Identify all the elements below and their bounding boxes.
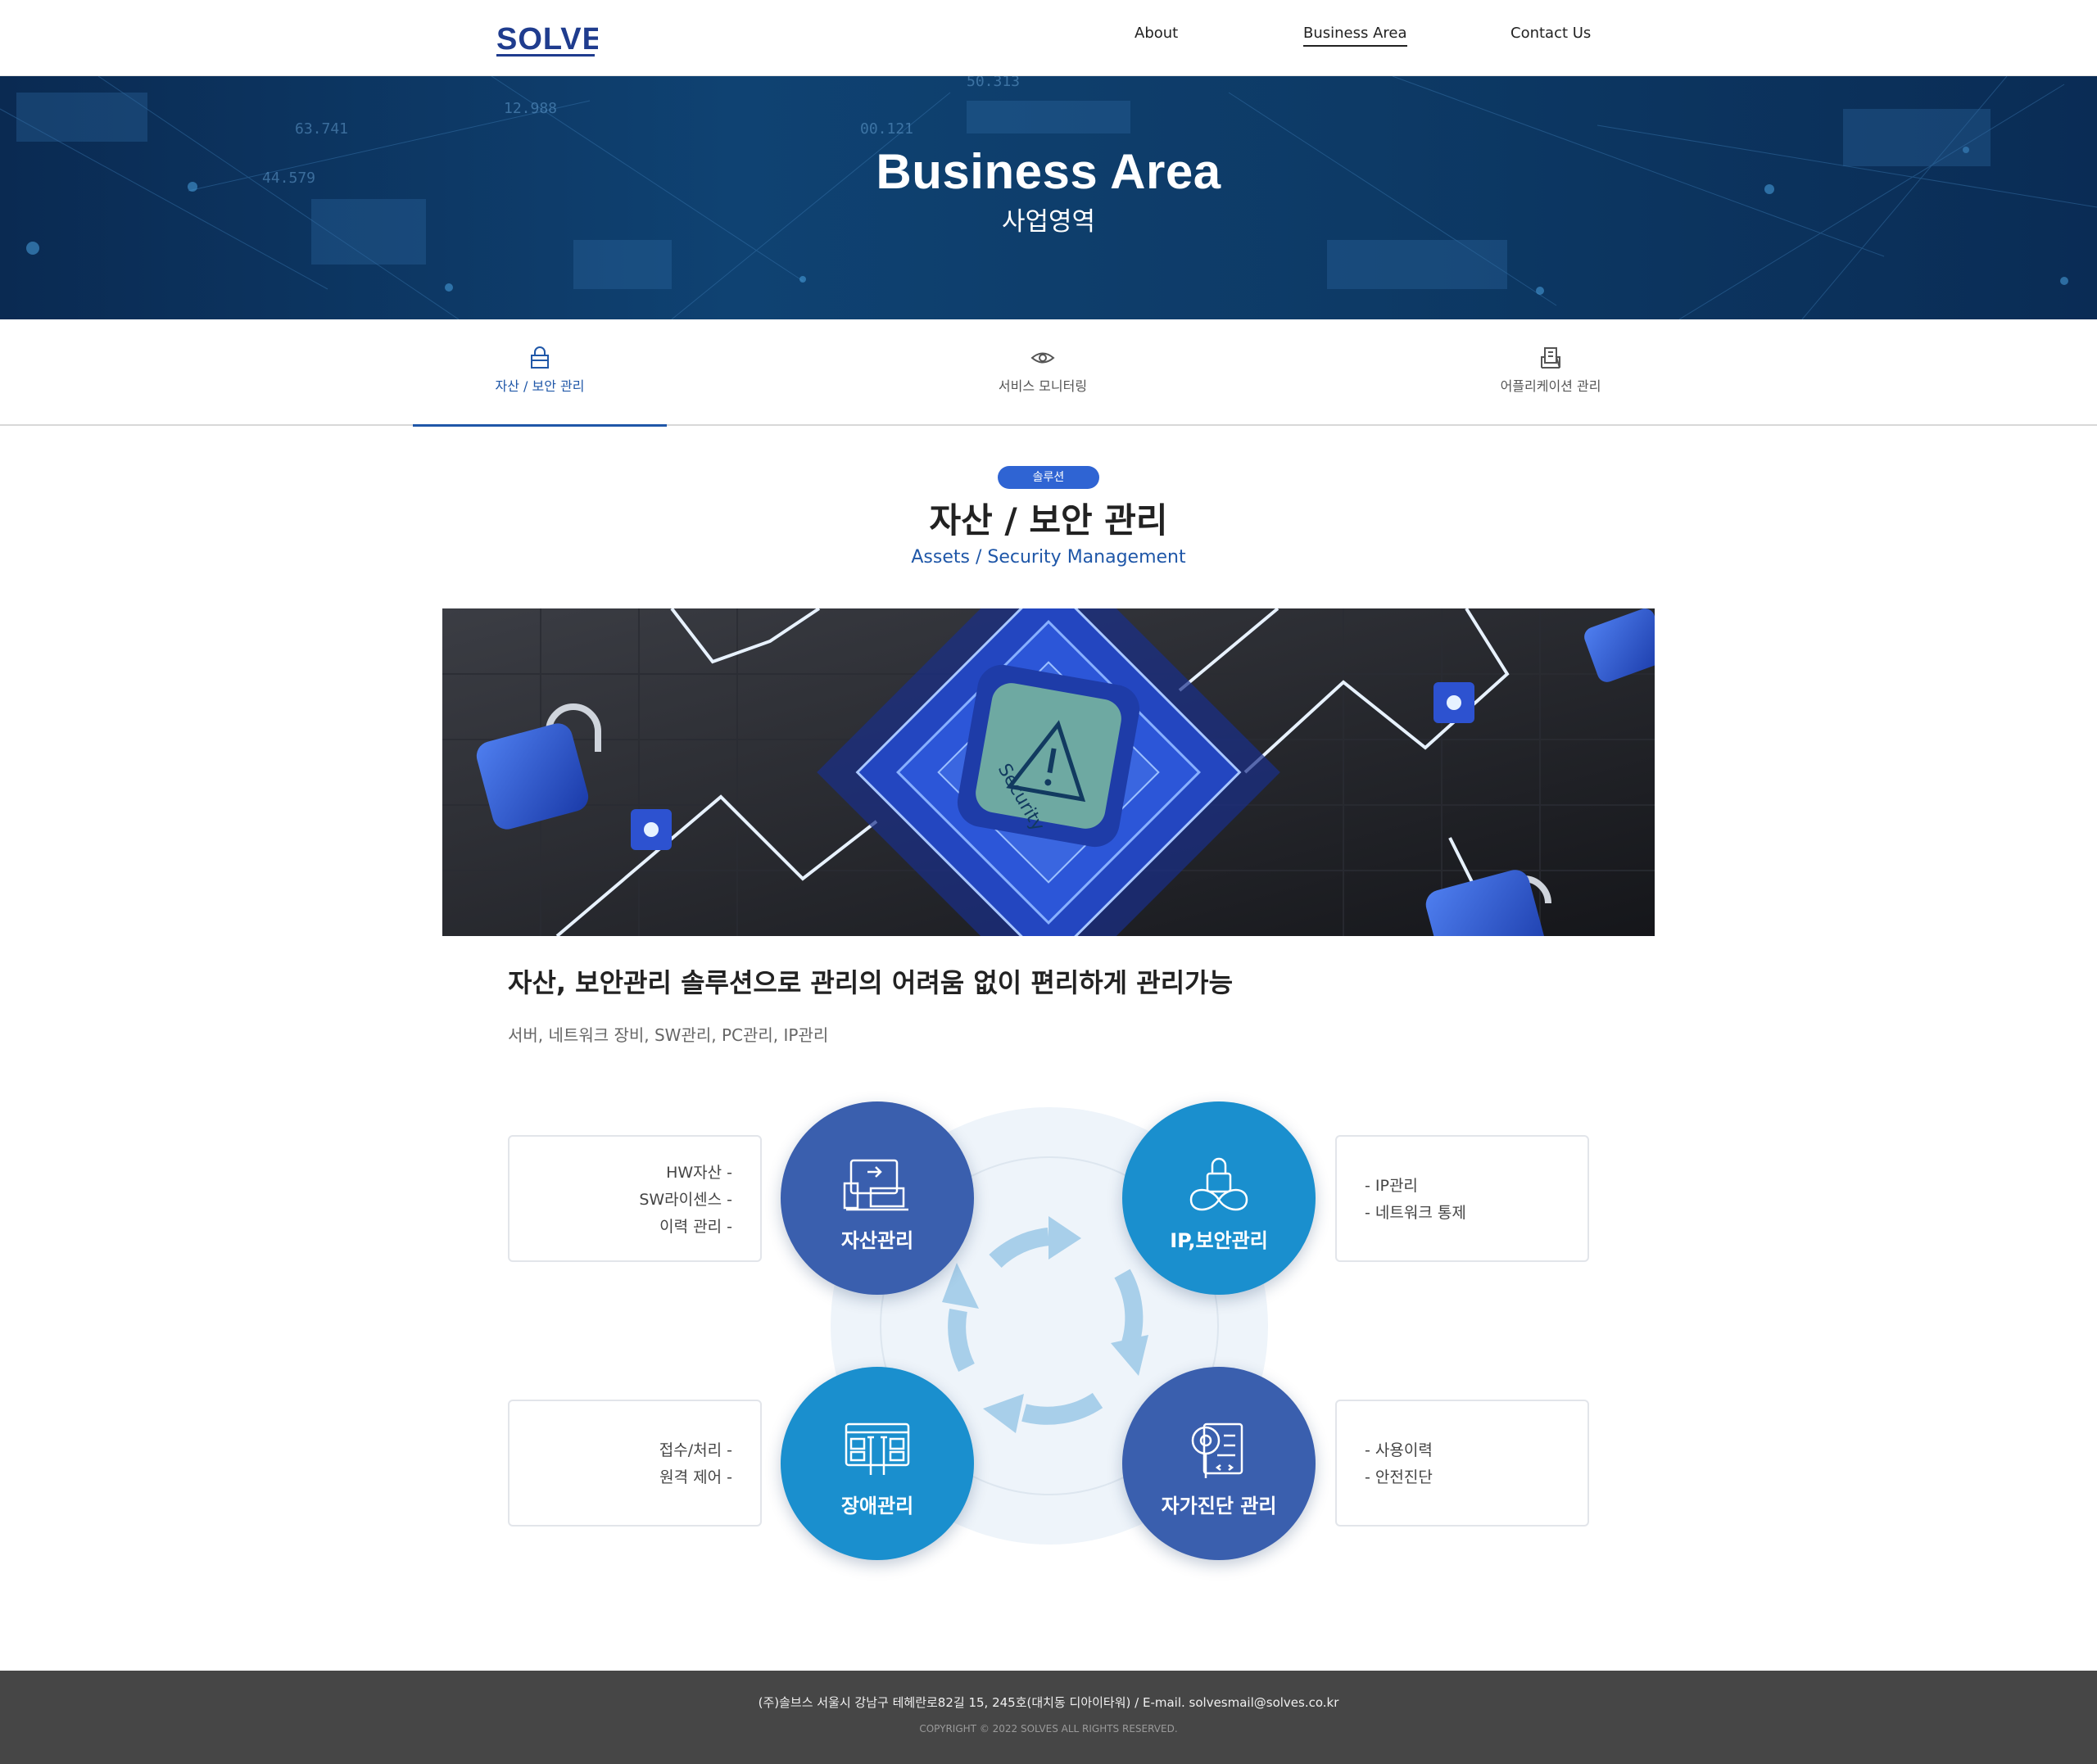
asset-device-icon (843, 1159, 908, 1211)
business-tabs: 자산 / 보안 관리 서비스 모니터링 어플리케이션 관리 (0, 319, 2097, 427)
node-label: 장애관리 (840, 1495, 914, 1517)
section-title: 자산 / 보안 관리 (929, 500, 1168, 541)
node-label: IP,보안관리 (1170, 1229, 1268, 1252)
node-failure-management: 장애관리 (781, 1367, 974, 1560)
detail-item: HW자산 - (666, 1164, 732, 1182)
nav-contact-us[interactable]: Contact Us (1510, 25, 1591, 42)
node-self-diagnosis: 자가진단 관리 (1122, 1367, 1316, 1560)
nav-business-area[interactable]: Business Area (1303, 25, 1407, 47)
site-footer: (주)솔브스 서울시 강남구 테헤란로82길 15, 245호(대치동 디아이타… (0, 1671, 2097, 1764)
svg-text:SOLVES: SOLVES (496, 22, 598, 57)
solves-logo[interactable]: SOLVES (496, 16, 624, 59)
detail-box-self-diagnosis: - 사용이력 - 안전진단 (1335, 1400, 1589, 1527)
site-header: SOLVES About Business Area Contact Us (0, 0, 2097, 76)
detail-item: 이력 관리 - (659, 1218, 732, 1236)
solution-headline: 자산, 보안관리 솔루션으로 관리의 어려움 없이 편리하게 관리가능 (508, 967, 1234, 998)
tab-service-monitoring[interactable]: 서비스 모니터링 (916, 319, 1170, 426)
footer-copyright: COPYRIGHT © 2022 SOLVES ALL RIGHTS RESER… (919, 1723, 1178, 1735)
node-asset-management: 자산관리 (781, 1101, 974, 1295)
hero-deco-number: 50.313 (967, 76, 1020, 90)
eye-icon (1030, 352, 1055, 364)
security-lock-icon (1189, 1157, 1248, 1211)
detail-box-assets: HW자산 - SW라이센스 - 이력 관리 - (508, 1135, 762, 1262)
node-label: 자산관리 (840, 1229, 914, 1252)
application-icon (1541, 347, 1560, 369)
detail-box-failure: 접수/처리 - 원격 제어 - (508, 1400, 762, 1527)
hero-title: Business Area (876, 144, 1221, 199)
footer-address: (주)솔브스 서울시 강남구 테헤란로82길 15, 245호(대치동 디아이타… (758, 1695, 1339, 1710)
lock-icon (531, 346, 549, 369)
hero-banner: 63.741 44.579 00.121 12.988 50.313 Busin… (0, 76, 2097, 319)
detail-item: - 사용이력 (1365, 1441, 1433, 1459)
tab-label: 자산 / 보안 관리 (495, 378, 585, 394)
solution-items: 서버, 네트워크 장비, SW관리, PC관리, IP관리 (508, 1025, 829, 1045)
node-ip-security: IP,보안관리 (1122, 1101, 1316, 1295)
diagnosis-icon (1191, 1423, 1243, 1478)
hero-deco-number: 00.121 (860, 120, 913, 138)
detail-box-ip-security: - IP관리 - 네트워크 통제 (1335, 1135, 1589, 1262)
detail-item: - 네트워크 통제 (1365, 1204, 1466, 1222)
tab-application-management[interactable]: 어플리케이션 관리 (1424, 319, 1678, 426)
tab-label: 어플리케이션 관리 (1500, 378, 1601, 394)
detail-item: 접수/처리 - (659, 1441, 732, 1459)
detail-item: - IP관리 (1365, 1177, 1418, 1195)
security-banner-image: Security (442, 608, 1655, 936)
detail-item: 원격 제어 - (659, 1468, 732, 1486)
hero-deco-number: 12.988 (504, 100, 557, 117)
repair-tools-icon (845, 1423, 910, 1475)
category-badge: 솔루션 (998, 466, 1099, 489)
hero-deco-number: 63.741 (295, 120, 348, 138)
section-subtitle: Assets / Security Management (911, 547, 1186, 568)
tab-assets-security[interactable]: 자산 / 보안 관리 (413, 319, 667, 427)
tab-label: 서비스 모니터링 (998, 378, 1088, 394)
detail-item: - 안전진단 (1365, 1468, 1433, 1486)
hero-subtitle: 사업영역 (1001, 207, 1096, 237)
detail-item: SW라이센스 - (639, 1191, 732, 1209)
node-label: 자가진단 관리 (1161, 1495, 1277, 1517)
nav-about[interactable]: About (1135, 25, 1178, 42)
